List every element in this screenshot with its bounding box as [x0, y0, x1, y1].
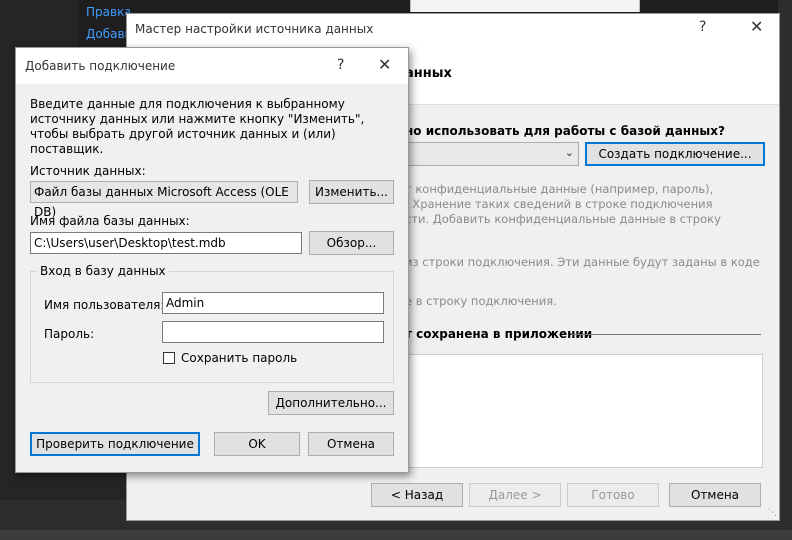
- connection-string-panel[interactable]: [405, 354, 763, 468]
- dialog-titlebar: Добавить подключение ? ✕: [16, 48, 408, 84]
- advanced-button[interactable]: Дополнительно...: [268, 391, 394, 415]
- test-connection-button[interactable]: Проверить подключение: [30, 432, 200, 456]
- wizard-titlebar: Мастер настройки источника данных ? ✕: [127, 14, 779, 44]
- username-input[interactable]: Admin: [162, 292, 384, 314]
- datasource-field: Файл базы данных Microsoft Access (OLE D…: [30, 181, 298, 219]
- finish-button[interactable]: Готово: [567, 483, 659, 507]
- filename-input[interactable]: C:\Users\user\Desktop\test.mdb: [30, 232, 302, 254]
- create-connection-button[interactable]: Создать подключение...: [585, 142, 765, 166]
- save-connection-section-label: т сохранена в приложении: [405, 327, 593, 341]
- ide-link-edit[interactable]: Правка сведений: [86, 5, 130, 19]
- wizard-info-text: сти. Добавить конфиденциальные данные в …: [405, 212, 721, 226]
- change-button[interactable]: Изменить...: [309, 180, 394, 204]
- dialog-instructions: Введите данные для подключения к выбранн…: [30, 97, 365, 156]
- ide-links-panel: Правка сведений Добавить: [78, 0, 130, 50]
- section-divider: [571, 334, 761, 335]
- wizard-info-text: . Хранение таких сведений в строке подкл…: [405, 197, 713, 211]
- password-label: Пароль:: [44, 327, 95, 341]
- browse-button[interactable]: Обзор...: [309, 231, 394, 255]
- chevron-down-icon: ⌄: [564, 146, 574, 159]
- next-button[interactable]: Далее >: [469, 483, 561, 507]
- back-button[interactable]: < Назад: [371, 483, 463, 507]
- ide-top-window: [410, 0, 640, 12]
- wizard-option-text: из строки подключения. Эти данные будут …: [405, 255, 760, 269]
- ide-link-add[interactable]: Добавить: [86, 27, 130, 41]
- connection-combobox[interactable]: ⌄: [405, 142, 579, 166]
- wizard-info-text: т конфиденциальные данные (например, пар…: [405, 182, 714, 196]
- wizard-title: Мастер настройки источника данных: [135, 22, 374, 36]
- dialog-title: Добавить подключение: [25, 59, 176, 73]
- datasource-label: Источник данных:: [30, 164, 146, 178]
- wizard-option-text: е в строку подключения.: [405, 294, 557, 308]
- save-password-label[interactable]: Сохранить пароль: [181, 351, 297, 365]
- cancel-button[interactable]: Отмена: [308, 432, 394, 456]
- add-connection-dialog: Добавить подключение ? ✕ Введите данные …: [15, 47, 409, 473]
- login-group-label: Вход в базу данных: [37, 264, 169, 278]
- username-label: Имя пользователя:: [44, 298, 165, 312]
- save-password-checkbox[interactable]: [163, 352, 175, 364]
- close-icon[interactable]: ✕: [378, 55, 391, 74]
- wizard-header-title: анных: [405, 66, 452, 81]
- wizard-cancel-button[interactable]: Отмена: [669, 483, 761, 507]
- ok-button[interactable]: OK: [214, 432, 300, 456]
- help-icon[interactable]: ?: [699, 19, 706, 35]
- close-icon[interactable]: ✕: [750, 17, 763, 36]
- ide-right-edge: [778, 0, 792, 540]
- resize-grip-icon[interactable]: ⋱: [768, 508, 777, 518]
- help-icon[interactable]: ?: [337, 57, 344, 73]
- filename-label: Имя файла базы данных:: [30, 214, 190, 228]
- password-input[interactable]: [162, 321, 384, 343]
- wizard-question: но использовать для работы с базой данны…: [405, 124, 725, 138]
